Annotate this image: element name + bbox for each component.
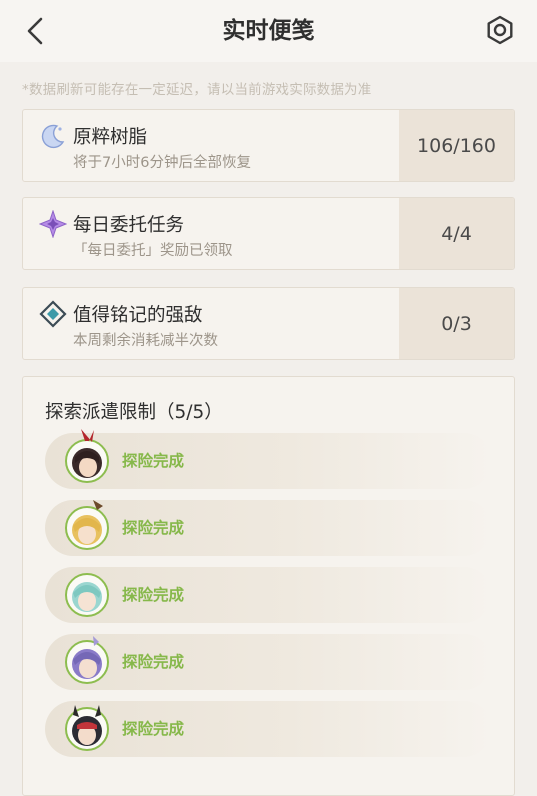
character-avatar-blonde: [65, 500, 109, 550]
expedition-item: 探险完成: [45, 500, 492, 556]
card-name: 每日委托任务: [73, 215, 185, 236]
character-avatar-teal: [65, 573, 109, 617]
gear-icon: [487, 15, 513, 45]
expedition-panel: 探索派遣限制（5/5） 探险完成 探险完成 探险完成 探险完成 探险完成: [22, 376, 515, 796]
card-name: 值得铭记的强敌: [73, 305, 203, 326]
header-bar: 实时便笺: [0, 0, 537, 62]
moon-resin-icon: [41, 124, 65, 149]
settings-button[interactable]: [483, 13, 517, 47]
commission-star-icon: [39, 210, 67, 238]
back-button[interactable]: [18, 14, 52, 48]
chevron-left-icon: [27, 17, 43, 45]
character-avatar-purple: [65, 636, 109, 684]
card-subtitle: 本周剩余消耗减半次数: [73, 333, 218, 349]
avatar-art: [72, 582, 102, 612]
avatar-art: [72, 705, 102, 746]
card-subtitle: 「每日委托」奖励已领取: [73, 243, 233, 259]
card-value: 106/160: [399, 110, 514, 181]
daily-commission-card: 每日委托任务 「每日委托」奖励已领取 4/4: [22, 197, 515, 270]
expedition-status: 探险完成: [122, 586, 185, 604]
data-delay-notice: *数据刷新可能存在一定延迟，请以当前游戏实际数据为准: [22, 82, 372, 98]
card-value: 4/4: [399, 198, 514, 269]
avatar-art: [72, 429, 102, 478]
expedition-status: 探险完成: [122, 720, 185, 738]
card-subtitle: 将于7小时6分钟后全部恢复: [73, 155, 251, 171]
resin-card: 原粹树脂 将于7小时6分钟后全部恢复 106/160: [22, 109, 515, 182]
expedition-item: 探险完成: [45, 634, 492, 690]
expedition-item: 探险完成: [45, 701, 492, 757]
expedition-title: 探索派遣限制（5/5）: [45, 402, 223, 423]
expedition-item: 探险完成: [45, 567, 492, 623]
character-avatar-dark-horned: [65, 705, 109, 751]
avatar-art: [72, 500, 103, 545]
character-avatar-red-ribbon: [65, 429, 109, 483]
weekly-boss-card: 值得铭记的强敌 本周剩余消耗减半次数 0/3: [22, 287, 515, 360]
avatar-art: [72, 636, 102, 679]
page-title: 实时便笺: [222, 18, 315, 44]
card-name: 原粹树脂: [73, 127, 148, 148]
expedition-item: 探险完成: [45, 429, 492, 489]
expedition-status: 探险完成: [122, 519, 185, 537]
card-value: 0/3: [399, 288, 514, 359]
expedition-status: 探险完成: [122, 452, 185, 470]
expedition-status: 探险完成: [122, 653, 185, 671]
domain-diamond-icon: [39, 300, 67, 328]
